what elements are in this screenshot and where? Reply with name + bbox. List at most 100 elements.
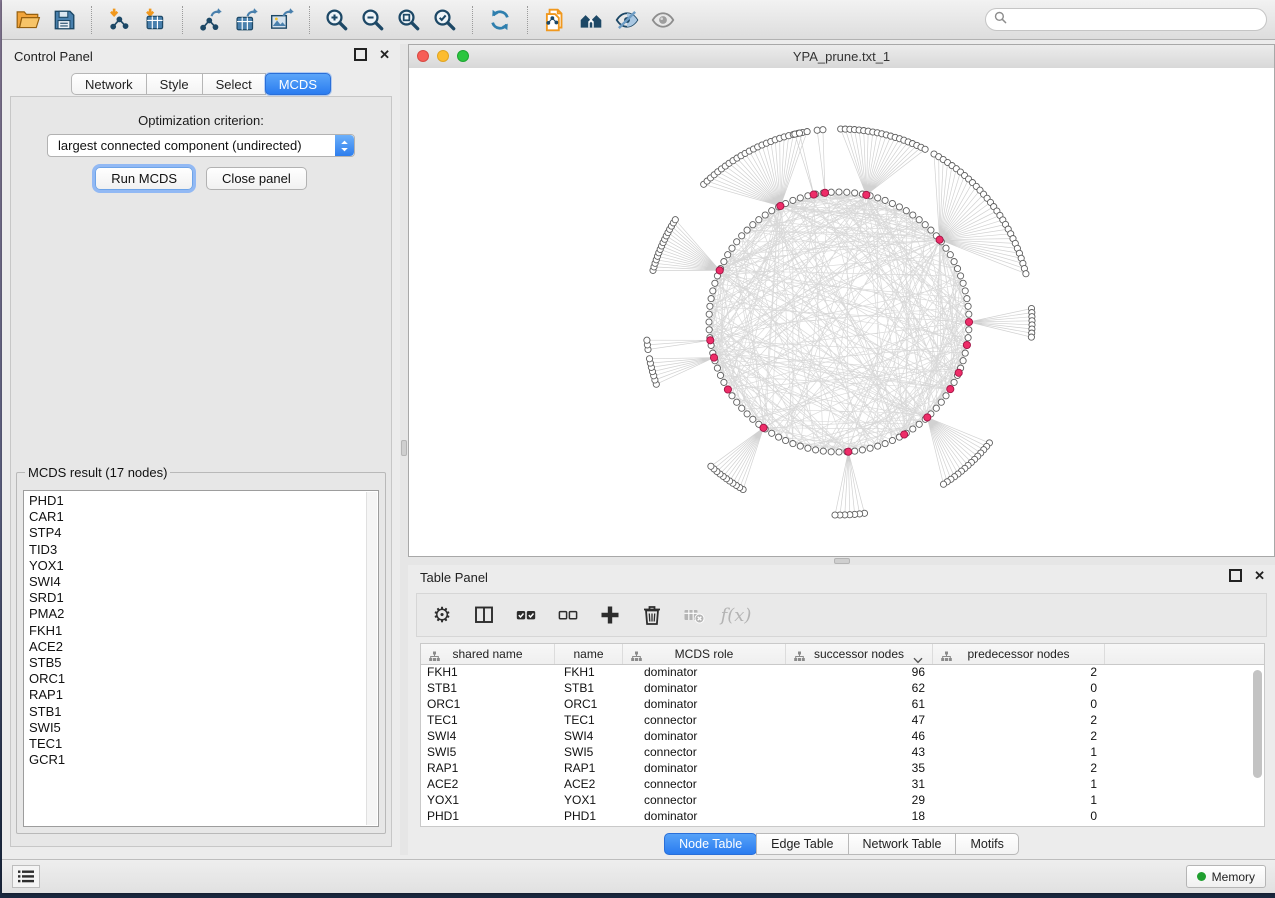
cell-MCDS-role[interactable]: dominator <box>623 761 786 775</box>
tab-network-table[interactable]: Network Table <box>848 833 957 855</box>
cell-name[interactable]: SWI4 <box>555 729 623 743</box>
delete-column-icon[interactable] <box>633 597 671 633</box>
column-header-predecessor-nodes[interactable]: predecessor nodes <box>933 644 1105 664</box>
cell-name[interactable]: STB1 <box>555 681 623 695</box>
import-table-from-file-icon[interactable] <box>137 4 173 36</box>
table-scrollbar-thumb[interactable] <box>1253 670 1262 778</box>
float-panel-icon[interactable] <box>1229 569 1242 582</box>
cell-shared-name[interactable]: SWI4 <box>421 729 555 743</box>
cell-shared-name[interactable]: ACE2 <box>421 777 555 791</box>
table-row[interactable]: SWI4SWI4dominator462 <box>421 728 1264 744</box>
search-input[interactable] <box>1012 12 1258 28</box>
open-file-icon[interactable] <box>10 4 46 36</box>
mcds-node[interactable] <box>936 236 943 243</box>
cell-name[interactable]: PHD1 <box>555 809 623 823</box>
cell-successor-nodes[interactable]: 29 <box>786 793 933 807</box>
import-network-from-file-icon[interactable] <box>101 4 137 36</box>
select-all-rows-icon[interactable] <box>507 597 545 633</box>
cell-shared-name[interactable]: YOX1 <box>421 793 555 807</box>
mcds-node[interactable] <box>707 337 714 344</box>
apply-preferred-layout-icon[interactable] <box>482 4 518 36</box>
cell-name[interactable]: FKH1 <box>555 665 623 679</box>
result-node-item[interactable]: ORC1 <box>29 671 378 687</box>
cell-MCDS-role[interactable]: connector <box>623 777 786 791</box>
show-all-icon[interactable] <box>645 4 681 36</box>
network-canvas[interactable] <box>409 68 1274 556</box>
table-row[interactable]: STB1STB1dominator620 <box>421 680 1264 696</box>
cell-name[interactable]: SWI5 <box>555 745 623 759</box>
mcds-node[interactable] <box>863 191 870 198</box>
result-node-item[interactable]: SRD1 <box>29 590 378 606</box>
table-settings-icon[interactable]: ⚙ <box>423 597 461 633</box>
vertical-splitter[interactable] <box>400 44 408 855</box>
result-node-item[interactable]: YOX1 <box>29 558 378 574</box>
mcds-node[interactable] <box>955 369 962 376</box>
mcds-node[interactable] <box>924 414 931 421</box>
result-node-item[interactable]: RAP1 <box>29 687 378 703</box>
cell-MCDS-role[interactable]: dominator <box>623 681 786 695</box>
cell-predecessor-nodes[interactable]: 0 <box>933 697 1105 711</box>
mcds-node[interactable] <box>845 448 852 455</box>
result-list-scrollbar[interactable] <box>366 492 377 825</box>
mcds-node[interactable] <box>724 386 731 393</box>
mcds-node[interactable] <box>777 202 784 209</box>
cell-predecessor-nodes[interactable]: 0 <box>933 809 1105 823</box>
result-node-item[interactable]: SWI4 <box>29 574 378 590</box>
mcds-node[interactable] <box>963 341 970 348</box>
result-node-item[interactable]: ACE2 <box>29 639 378 655</box>
cell-shared-name[interactable]: TEC1 <box>421 713 555 727</box>
cell-predecessor-nodes[interactable]: 0 <box>933 681 1105 695</box>
table-row[interactable]: PHD1PHD1dominator180 <box>421 808 1264 824</box>
cell-successor-nodes[interactable]: 46 <box>786 729 933 743</box>
table-row[interactable]: SWI5SWI5connector431 <box>421 744 1264 760</box>
table-row[interactable]: RAP1RAP1dominator352 <box>421 760 1264 776</box>
cell-successor-nodes[interactable]: 35 <box>786 761 933 775</box>
cell-MCDS-role[interactable]: dominator <box>623 697 786 711</box>
close-window-button[interactable] <box>417 50 429 62</box>
cell-shared-name[interactable]: RAP1 <box>421 761 555 775</box>
minimize-window-button[interactable] <box>437 50 449 62</box>
result-node-item[interactable]: TID3 <box>29 542 378 558</box>
result-node-item[interactable]: TEC1 <box>29 736 378 752</box>
cell-successor-nodes[interactable]: 18 <box>786 809 933 823</box>
splitter-grip[interactable] <box>401 440 407 456</box>
cell-successor-nodes[interactable]: 31 <box>786 777 933 791</box>
result-node-item[interactable]: STB1 <box>29 704 378 720</box>
cell-shared-name[interactable]: SWI5 <box>421 745 555 759</box>
cell-name[interactable]: ACE2 <box>555 777 623 791</box>
cell-predecessor-nodes[interactable]: 2 <box>933 665 1105 679</box>
mcds-node[interactable] <box>947 386 954 393</box>
cell-MCDS-role[interactable]: connector <box>623 745 786 759</box>
export-network-icon[interactable] <box>192 4 228 36</box>
tab-mcds[interactable]: MCDS <box>265 73 331 95</box>
table-row[interactable]: ORC1ORC1dominator610 <box>421 696 1264 712</box>
cell-name[interactable]: ORC1 <box>555 697 623 711</box>
mcds-node[interactable] <box>716 267 723 274</box>
memory-button[interactable]: Memory <box>1186 865 1266 888</box>
table-row[interactable]: TEC1TEC1connector472 <box>421 712 1264 728</box>
result-node-item[interactable]: FKH1 <box>29 623 378 639</box>
tab-node-table[interactable]: Node Table <box>664 833 757 855</box>
mcds-node[interactable] <box>901 431 908 438</box>
add-column-icon[interactable] <box>591 597 629 633</box>
cell-MCDS-role[interactable]: connector <box>623 713 786 727</box>
column-header-successor-nodes[interactable]: successor nodes <box>786 644 933 664</box>
mcds-node[interactable] <box>710 354 717 361</box>
tab-network[interactable]: Network <box>71 73 147 95</box>
cell-MCDS-role[interactable]: dominator <box>623 809 786 823</box>
cell-predecessor-nodes[interactable]: 1 <box>933 745 1105 759</box>
run-mcds-button[interactable]: Run MCDS <box>95 167 193 190</box>
cell-successor-nodes[interactable]: 47 <box>786 713 933 727</box>
result-node-item[interactable]: PMA2 <box>29 606 378 622</box>
float-panel-icon[interactable] <box>354 48 367 61</box>
column-header-MCDS-role[interactable]: MCDS role <box>623 644 786 664</box>
horizontal-splitter[interactable] <box>408 557 1275 565</box>
cell-MCDS-role[interactable]: connector <box>623 793 786 807</box>
tab-style[interactable]: Style <box>146 73 203 95</box>
result-node-item[interactable]: SWI5 <box>29 720 378 736</box>
new-network-from-selection-icon[interactable] <box>537 4 573 36</box>
table-row[interactable]: ACE2ACE2connector311 <box>421 776 1264 792</box>
splitter-grip[interactable] <box>834 558 850 564</box>
result-node-item[interactable]: CAR1 <box>29 509 378 525</box>
export-image-icon[interactable] <box>264 4 300 36</box>
